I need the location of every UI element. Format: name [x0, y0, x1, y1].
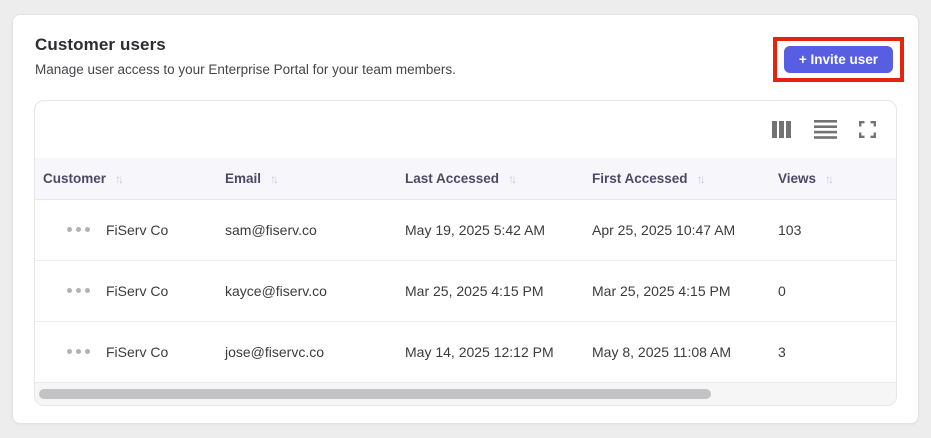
column-header-first-accessed[interactable]: First Accessed ↑↓: [584, 158, 770, 200]
sort-icon[interactable]: ↑↓: [697, 172, 706, 186]
table-header-row: Customer ↑↓ Email ↑↓ Last Accessed ↑↓ First…: [35, 158, 896, 200]
column-header-customer[interactable]: Customer ↑↓: [35, 158, 217, 200]
customer-users-table: Customer ↑↓ Email ↑↓ Last Accessed ↑↓ First…: [35, 158, 896, 382]
column-header-views[interactable]: Views ↑↓: [770, 158, 896, 200]
horizontal-scrollbar-thumb[interactable]: [39, 389, 711, 399]
column-header-label: Views: [778, 170, 817, 186]
views-cell: 103: [770, 199, 896, 261]
last-accessed-cell: Mar 25, 2025 4:15 PM: [397, 260, 584, 322]
horizontal-scrollbar-track[interactable]: [35, 382, 896, 405]
column-header-label: Email: [225, 170, 262, 186]
column-header-label: Customer: [43, 170, 107, 186]
customer-users-card: Customer users Manage user access to you…: [12, 14, 919, 424]
row-actions-menu-icon[interactable]: [64, 223, 93, 236]
views-cell: 3: [770, 321, 896, 382]
table-row[interactable]: FiServ Co jose@fiservc.co May 14, 2025 1…: [35, 321, 896, 382]
email-cell: kayce@fiserv.co: [217, 260, 397, 322]
customer-cell: FiServ Co: [106, 282, 169, 299]
views-cell: 0: [770, 260, 896, 322]
sort-icon[interactable]: ↑↓: [508, 172, 517, 186]
first-accessed-cell: Mar 25, 2025 4:15 PM: [584, 260, 770, 322]
sort-icon[interactable]: ↑↓: [115, 172, 124, 186]
email-cell: jose@fiservc.co: [217, 321, 397, 382]
customer-cell: FiServ Co: [106, 343, 169, 360]
sort-icon[interactable]: ↑↓: [270, 172, 279, 186]
column-header-email[interactable]: Email ↑↓: [217, 158, 397, 200]
title-block: Customer users Manage user access to you…: [35, 35, 456, 77]
row-actions-menu-icon[interactable]: [64, 284, 93, 297]
columns-icon[interactable]: [772, 121, 792, 138]
table-toolbar: [35, 101, 896, 158]
invite-user-button[interactable]: + Invite user: [783, 46, 893, 73]
card-header: Customer users Manage user access to you…: [13, 15, 918, 82]
email-cell: sam@fiserv.co: [217, 199, 397, 261]
page-subtitle: Manage user access to your Enterprise Po…: [35, 62, 456, 77]
table-row[interactable]: FiServ Co sam@fiserv.co May 19, 2025 5:4…: [35, 199, 896, 261]
column-header-label: First Accessed: [592, 170, 688, 186]
column-header-last-accessed[interactable]: Last Accessed ↑↓: [397, 158, 584, 200]
first-accessed-cell: Apr 25, 2025 10:47 AM: [584, 199, 770, 261]
sort-icon[interactable]: ↑↓: [825, 172, 834, 186]
fullscreen-icon[interactable]: [859, 121, 876, 138]
table-row[interactable]: FiServ Co kayce@fiserv.co Mar 25, 2025 4…: [35, 260, 896, 322]
row-density-icon[interactable]: [814, 120, 837, 139]
customer-cell: FiServ Co: [106, 221, 169, 238]
last-accessed-cell: May 14, 2025 12:12 PM: [397, 321, 584, 382]
column-header-label: Last Accessed: [405, 170, 500, 186]
last-accessed-cell: May 19, 2025 5:42 AM: [397, 199, 584, 261]
first-accessed-cell: May 8, 2025 11:08 AM: [584, 321, 770, 382]
row-actions-menu-icon[interactable]: [64, 345, 93, 358]
highlight-annotation-box: + Invite user: [772, 37, 904, 82]
page-title: Customer users: [35, 35, 166, 54]
data-table-container: Customer ↑↓ Email ↑↓ Last Accessed ↑↓ First…: [34, 100, 897, 406]
